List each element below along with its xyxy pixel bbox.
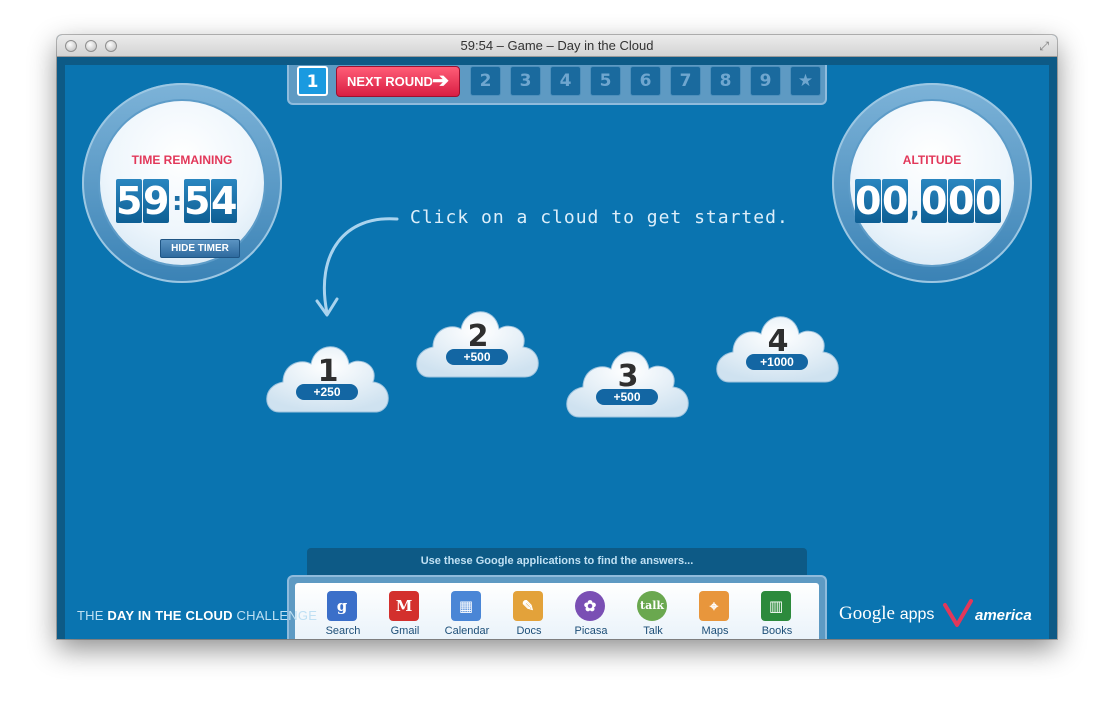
challenge-prefix: THE	[77, 608, 108, 623]
window-title: 59:54 – Game – Day in the Cloud	[460, 38, 654, 53]
round-7[interactable]: 7	[670, 66, 701, 96]
fullscreen-icon[interactable]: ⤢	[1039, 39, 1049, 54]
app-label: Talk	[643, 625, 663, 637]
app-label: Docs	[516, 625, 542, 637]
round-3[interactable]: 3	[510, 66, 541, 96]
books-icon: ▥	[761, 591, 791, 621]
app-calendar[interactable]: ▦ Calendar	[437, 589, 497, 639]
app-gmail[interactable]: M Gmail	[375, 589, 435, 639]
next-round-label: NEXT ROUND	[347, 74, 433, 89]
virgin-america-wordmark: america	[975, 607, 1032, 624]
timer-digit: 5	[116, 179, 143, 223]
altitude-digit: 0	[855, 179, 882, 223]
timer-gauge: TIME REMAINING 5 9 : 5 4 HIDE TIMER	[82, 83, 282, 283]
round-2[interactable]: 2	[470, 66, 501, 96]
round-bonus-star[interactable]: ★	[790, 66, 821, 96]
title-bar: 59:54 – Game – Day in the Cloud ⤢	[57, 35, 1057, 57]
challenge-name: DAY IN THE CLOUD	[107, 608, 233, 623]
app-books[interactable]: ▥ Books	[747, 589, 807, 639]
cloud-2[interactable]: 2 +500	[411, 285, 545, 385]
arrow-right-icon: ➔	[432, 70, 449, 92]
maps-icon: ⌖	[699, 591, 729, 621]
docs-icon: ✎	[513, 591, 543, 621]
timer-digit: 5	[184, 179, 211, 223]
app-label: Maps	[701, 625, 729, 637]
virgin-logo-icon	[943, 599, 973, 627]
apps-tray: g Search M Gmail ▦ Calendar ✎ Docs ✿ Pic…	[287, 575, 827, 639]
timer-digit: 9	[143, 179, 170, 223]
hide-timer-button[interactable]: HIDE TIMER	[160, 239, 240, 258]
app-talk[interactable]: talk Talk	[623, 589, 683, 639]
cloud-points-badge: +1000	[746, 354, 808, 370]
round-8[interactable]: 8	[710, 66, 741, 96]
google-search-icon: g	[327, 591, 357, 621]
cloud-points-badge: +250	[296, 384, 358, 400]
round-9[interactable]: 9	[750, 66, 781, 96]
altitude-digit: 0	[921, 179, 948, 223]
challenge-suffix: CHALLENGE	[232, 608, 318, 623]
altitude-face: ALTITUDE 0 0 , 0 0 0	[850, 101, 1014, 265]
app-window: 59:54 – Game – Day in the Cloud ⤢ 1 NEXT…	[57, 35, 1057, 639]
apps-caption: Use these Google applications to find th…	[307, 548, 807, 575]
app-label: Search	[325, 625, 361, 637]
cloud-1[interactable]: 1 +250	[261, 320, 395, 420]
app-label: Picasa	[574, 625, 608, 637]
round-5[interactable]: 5	[590, 66, 621, 96]
app-label: Calendar	[444, 625, 490, 637]
app-docs[interactable]: ✎ Docs	[499, 589, 559, 639]
altitude-digit: 0	[948, 179, 975, 223]
timer-label: TIME REMAINING	[131, 153, 233, 167]
google-wordmark: Google	[839, 603, 895, 624]
altitude-label: ALTITUDE	[902, 153, 962, 167]
talk-icon: talk	[637, 591, 667, 621]
cloud-points-badge: +500	[446, 349, 508, 365]
app-picasa[interactable]: ✿ Picasa	[561, 589, 621, 639]
game-stage: 1 NEXT ROUND ➔ 2 3 4 5 6 7 8 9 ★ TIME RE…	[65, 65, 1049, 639]
curved-arrow-icon	[315, 217, 399, 317]
google-apps-logo: Google apps	[839, 603, 934, 625]
timer-face: TIME REMAINING 5 9 : 5 4 HIDE TIMER	[100, 101, 264, 265]
picasa-icon: ✿	[575, 591, 605, 621]
cloud-3[interactable]: 3 +500	[561, 325, 695, 425]
altitude-digit: 0	[882, 179, 909, 223]
timer-digit: 4	[211, 179, 238, 223]
apps-wordmark: apps	[899, 606, 935, 623]
round-6[interactable]: 6	[630, 66, 661, 96]
apps-list: g Search M Gmail ▦ Calendar ✎ Docs ✿ Pic…	[295, 583, 819, 639]
cloud-points-badge: +500	[596, 389, 658, 405]
challenge-title: THE DAY IN THE CLOUD CHALLENGE	[77, 608, 317, 623]
altitude-separator: ,	[910, 193, 920, 223]
altitude-gauge: ALTITUDE 0 0 , 0 0 0	[832, 83, 1032, 283]
app-search[interactable]: g Search	[313, 589, 373, 639]
app-label: Gmail	[390, 625, 420, 637]
round-4[interactable]: 4	[550, 66, 581, 96]
instruction-hint: Click on a cloud to get started.	[410, 207, 789, 228]
round-selector: 1 NEXT ROUND ➔ 2 3 4 5 6 7 8 9 ★	[287, 65, 827, 105]
gmail-icon: M	[389, 591, 419, 621]
timer-separator: :	[172, 187, 183, 217]
calendar-icon: ▦	[451, 591, 481, 621]
app-maps[interactable]: ⌖ Maps	[685, 589, 745, 639]
app-label: Books	[761, 625, 793, 637]
altitude-digit: 0	[975, 179, 1002, 223]
next-round-button[interactable]: NEXT ROUND ➔	[336, 66, 460, 97]
cloud-4[interactable]: 4 +1000	[711, 290, 845, 390]
round-current[interactable]: 1	[297, 66, 328, 96]
